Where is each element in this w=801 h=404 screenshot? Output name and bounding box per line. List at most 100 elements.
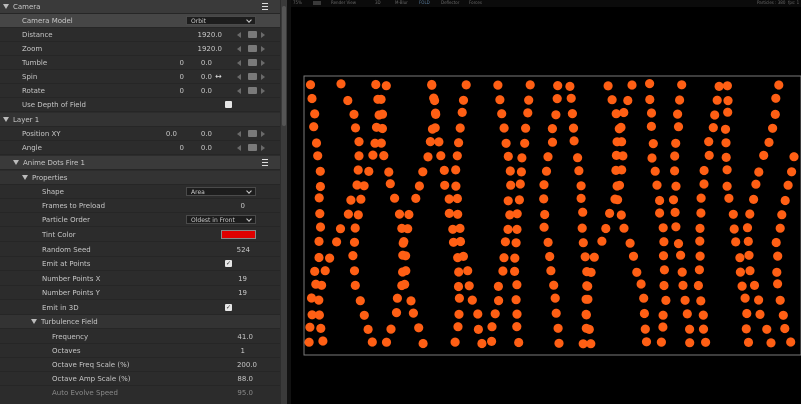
position-x-value[interactable]: 0.0 [166,130,177,138]
random-seed-value[interactable]: 524 [237,246,250,254]
octave-amp-scale-value[interactable]: 88.0 [237,375,253,383]
camera-section-header[interactable]: Camera [0,0,280,14]
forces-button[interactable]: Forces [469,0,482,5]
render-view-button[interactable]: Render View [331,0,356,5]
keyframe-toggle-icon[interactable] [248,144,257,151]
mode-3d-button[interactable]: 3D [375,0,381,5]
next-keyframe-icon[interactable] [261,131,265,137]
position-y-value[interactable]: 0.0 [201,130,212,138]
tumble-value-b[interactable]: 0.0 [201,59,212,67]
number-points-x-label: Number Points X [42,275,101,283]
angle-value-a[interactable]: 0 [180,144,184,152]
number-points-x-value[interactable]: 19 [238,275,247,283]
particle-dot [677,267,687,277]
particle-dot [403,224,413,234]
prev-keyframe-icon[interactable] [237,32,241,38]
collapse-triangle-icon[interactable] [22,175,28,180]
tint-color-swatch[interactable] [221,230,256,239]
particle-dot [371,79,381,90]
particle-dot [353,210,363,220]
keyframe-toggle-icon[interactable] [248,45,257,52]
menu-icon[interactable] [262,3,268,10]
particle-dot [720,124,731,134]
rotate-value-b[interactable]: 0.0 [201,87,212,95]
keyframe-toggle-icon[interactable] [248,130,257,137]
prev-keyframe-icon[interactable] [237,88,241,94]
particle-dot [607,95,617,105]
octaves-value[interactable]: 1 [241,347,245,355]
next-keyframe-icon[interactable] [261,46,265,52]
particle-dot [670,151,680,161]
next-keyframe-icon[interactable] [261,88,265,94]
rotate-value-a[interactable]: 0 [180,87,184,95]
toggle-icon[interactable] [313,1,321,5]
collapse-triangle-icon[interactable] [3,4,9,9]
prev-keyframe-icon[interactable] [237,46,241,52]
frames-preload-value[interactable]: 0 [241,202,245,210]
particle-dot [386,324,396,334]
prev-keyframe-icon[interactable] [237,145,241,151]
render-viewport[interactable] [291,7,801,404]
next-keyframe-icon[interactable] [261,60,265,66]
frequency-value[interactable]: 41.0 [237,333,253,341]
particle-dot [648,139,658,149]
octave-freq-scale-row: Octave Freq Scale (%) 200.0 [0,358,280,372]
emit-at-points-checkbox[interactable]: ✓ [225,260,232,267]
particle-dot [698,324,709,334]
prev-keyframe-icon[interactable] [237,131,241,137]
properties-group-header[interactable]: Properties [0,171,280,185]
particle-dot [576,181,586,191]
particle-dot [773,279,783,289]
particle-dot [616,210,626,220]
particle-order-dropdown[interactable]: Oldest in Front [186,215,256,224]
particle-dot [543,237,553,247]
particle-dot [325,253,335,263]
distance-value[interactable]: 1920.0 [198,31,223,39]
particle-dot [454,309,464,319]
emit-in-3d-checkbox[interactable]: ✓ [225,304,232,311]
particle-dot [764,137,774,147]
keyframe-toggle-icon[interactable] [248,87,257,94]
spin-value-b[interactable]: 0.0 [201,73,212,81]
particle-dot [350,123,361,133]
prev-keyframe-icon[interactable] [237,74,241,80]
effect-section-header[interactable]: Anime Dots Fire 1 [0,156,280,170]
layer1-section-header[interactable]: Layer 1 [0,113,280,127]
zoom-level[interactable]: 75% [293,0,302,5]
particle-dot [773,251,783,261]
menu-icon[interactable] [262,159,268,166]
particle-dot [584,324,594,334]
shape-dropdown[interactable]: Area [186,187,256,196]
zoom-label: Zoom [22,45,43,53]
turbulence-group-header[interactable]: Turbulence Field [0,315,280,329]
motion-blur-button[interactable]: M-Blur [395,0,408,5]
keyframe-toggle-icon[interactable] [248,59,257,66]
prev-keyframe-icon[interactable] [237,60,241,66]
deflector-button[interactable]: Deflector [441,0,459,5]
scrollbar-thumb[interactable] [282,6,286,126]
particle-dot [516,167,526,177]
keyframe-toggle-icon[interactable] [248,31,257,38]
spin-keyframe-controls [237,73,273,81]
angle-value-b[interactable]: 0.0 [201,144,212,152]
particle-dot [414,323,424,333]
collapse-triangle-icon[interactable] [3,117,9,122]
auto-evolve-speed-value[interactable]: 95.0 [237,389,253,397]
collapse-triangle-icon[interactable] [31,319,37,324]
spin-value-a[interactable]: 0 [180,73,184,81]
zoom-value[interactable]: 1920.0 [198,45,223,53]
fold-button[interactable]: FOLD [419,0,430,5]
next-keyframe-icon[interactable] [261,74,265,80]
keyframe-toggle-icon[interactable] [248,73,257,80]
particle-dot [636,279,646,289]
depth-of-field-checkbox[interactable] [225,101,232,108]
next-keyframe-icon[interactable] [261,145,265,151]
next-keyframe-icon[interactable] [261,32,265,38]
collapse-triangle-icon[interactable] [13,160,19,165]
octave-freq-scale-value[interactable]: 200.0 [237,361,257,369]
camera-model-dropdown[interactable]: Orbit [186,16,256,25]
spin-label: Spin [22,73,38,81]
number-points-y-value[interactable]: 19 [238,289,247,297]
tumble-value-a[interactable]: 0 [180,59,184,67]
layer1-title: Layer 1 [13,116,40,124]
